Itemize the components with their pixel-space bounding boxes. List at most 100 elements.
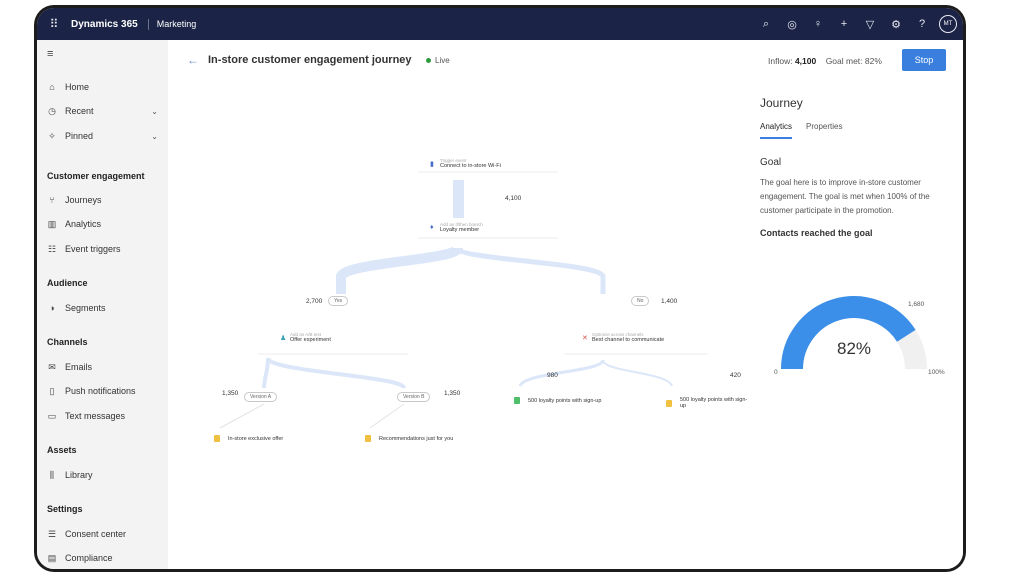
lightbulb-icon[interactable]: ♀ (805, 18, 831, 30)
back-arrow-icon[interactable]: ← (187, 53, 199, 67)
branch-node[interactable]: ♦ Add an if/then branch Loyalty member (430, 222, 483, 233)
section-customer-engagement: Customer engagement (47, 171, 145, 181)
sidebar-item-label: Emails (65, 362, 93, 372)
device-frame: ⠿ Dynamics 365 Marketing ⌕ ◎ ♀ + ▽ ⚙ ? M… (34, 5, 966, 572)
sidebar-item-consent-center[interactable]: ☰ Consent center (47, 525, 160, 543)
sidebar-item-label: Text messages (65, 411, 126, 421)
leaf-label: In-store exclusive offer (228, 435, 284, 442)
gauge-center-label: 82% (837, 339, 871, 358)
app-launcher-icon[interactable]: ⠿ (37, 17, 71, 31)
document-icon: ▤ (47, 552, 57, 563)
channel-left-count: 980 (547, 372, 558, 379)
consent-icon: ☰ (47, 528, 57, 539)
gauge-svg: 82% 0 100% 1,680 (774, 296, 945, 376)
journey-canvas[interactable]: ▮ Trigger event Connect to in-store Wi-F… (168, 80, 753, 569)
experiment-label: Offer experiment (290, 337, 331, 343)
trigger-count: 4,100 (505, 195, 522, 202)
trigger-label: Connect to in-store Wi-Fi (440, 163, 501, 169)
live-dot-icon (426, 58, 431, 63)
yes-branch-pill[interactable]: Yes (328, 296, 349, 306)
sidebar-item-text-messages[interactable]: ▭ Text messages (47, 407, 160, 425)
section-channels: Channels (47, 337, 88, 347)
target-icon[interactable]: ◎ (779, 18, 805, 31)
top-bar-actions: ⌕ ◎ ♀ + ▽ ⚙ ? MT (753, 8, 957, 40)
page-title: In-store customer engagement journey (208, 54, 412, 66)
panel-tabs: Analytics Properties (760, 122, 960, 139)
sidebar-item-compliance[interactable]: ▤ Compliance (47, 549, 160, 567)
person-icon: ♟ (280, 335, 287, 342)
leaf-offer[interactable]: In-store exclusive offer (214, 435, 283, 442)
sidebar-item-label: Recent (65, 106, 94, 116)
search-icon[interactable]: ⌕ (753, 18, 779, 31)
section-assets: Assets (47, 445, 77, 455)
trigger-node[interactable]: ▮ Trigger event Connect to in-store Wi-F… (430, 158, 501, 169)
segment-icon: ◑ (49, 303, 55, 313)
chevron-down-icon[interactable]: ⌄ (151, 107, 158, 116)
help-icon[interactable]: ? (909, 18, 935, 30)
journey-icon: ⑂ (49, 195, 55, 205)
leaf-points-2[interactable]: 500 loyalty points with sign-up (666, 397, 753, 409)
filter-icon[interactable]: ▽ (857, 18, 883, 31)
section-settings: Settings (47, 504, 83, 514)
contacts-heading: Contacts reached the goal (760, 228, 873, 238)
sidebar-item-emails[interactable]: ✉ Emails (47, 358, 160, 376)
tab-properties[interactable]: Properties (806, 122, 842, 139)
shuffle-icon: ✕ (582, 335, 588, 342)
sidebar-item-label: Segments (65, 303, 106, 313)
sidebar-item-analytics[interactable]: ▥ Analytics (47, 215, 160, 233)
channel-right-count: 420 (730, 372, 741, 379)
leaf-points-1[interactable]: 500 loyalty points with sign-up (514, 397, 601, 404)
goal-text: The goal here is to improve in-store cus… (760, 178, 930, 215)
best-channel-label: Best channel to communicate (592, 337, 665, 343)
status-badge: Live (426, 56, 450, 65)
chart-icon: ▥ (47, 218, 57, 229)
menu-icon[interactable]: ≡ (47, 48, 53, 60)
best-channel-node[interactable]: ✕ Optimize across channels Best channel … (582, 332, 665, 343)
version-a-pill[interactable]: Version A (244, 392, 278, 402)
sidebar-item-recent[interactable]: ◷ Recent ⌄ (47, 102, 160, 120)
sidebar-item-library[interactable]: ⫼ Library (47, 466, 160, 484)
reward-icon (514, 397, 520, 404)
reward-icon (666, 399, 672, 407)
clock-icon: ◷ (48, 105, 56, 116)
gauge-max-label: 100% (928, 369, 945, 376)
status-label: Live (435, 56, 450, 65)
sidebar-item-label: Pinned (65, 131, 94, 141)
version-b-pill[interactable]: Version B (397, 392, 431, 402)
avatar[interactable]: MT (939, 15, 957, 33)
sidebar-item-label: Push notifications (65, 386, 136, 396)
sidebar-item-label: Consent center (65, 529, 127, 539)
gauge-target-label: 1,680 (908, 301, 925, 308)
goal-met-label: Goal met: (825, 56, 863, 66)
journey-details-panel: Journey Analytics Properties Goal The go… (760, 96, 960, 376)
branch-icon: ♦ (430, 224, 434, 231)
tab-analytics[interactable]: Analytics (760, 122, 793, 139)
mail-icon: ✉ (48, 361, 56, 372)
sidebar-item-event-triggers[interactable]: ☷ Event triggers (47, 240, 160, 258)
module-name: Marketing (156, 19, 197, 29)
trigger-icon: ☷ (47, 243, 57, 254)
goal-heading: Goal (760, 157, 782, 168)
chevron-down-icon[interactable]: ⌄ (151, 132, 158, 141)
stop-button[interactable]: Stop (902, 49, 946, 71)
main-content: ← In-store customer engagement journey L… (168, 40, 963, 569)
sidebar-item-segments[interactable]: ◑ Segments (47, 299, 160, 317)
brand-name[interactable]: Dynamics 365 (71, 18, 149, 30)
gear-icon[interactable]: ⚙ (883, 18, 909, 31)
sidebar-item-push-notifications[interactable]: ▯ Push notifications (47, 382, 160, 400)
goal-met-value: 82% (864, 56, 882, 66)
offer-icon (214, 435, 220, 442)
journey-flow-lines (219, 171, 708, 429)
no-branch-pill[interactable]: No (631, 296, 650, 306)
sidebar-item-home[interactable]: ⌂ Home (47, 78, 160, 96)
app-screen: ⠿ Dynamics 365 Marketing ⌕ ◎ ♀ + ▽ ⚙ ? M… (37, 8, 963, 569)
leaf-recommend[interactable]: Recommendations just for you (365, 435, 453, 442)
experiment-node[interactable]: ♟ Add an A/B test Offer experiment (280, 332, 331, 343)
plus-icon[interactable]: + (831, 18, 857, 30)
top-bar: ⠿ Dynamics 365 Marketing ⌕ ◎ ♀ + ▽ ⚙ ? M… (37, 8, 963, 40)
leaf-label: 500 loyalty points with sign-up (528, 397, 602, 404)
sidebar-item-pinned[interactable]: ✧ Pinned ⌄ (47, 127, 160, 145)
sidebar-item-journeys[interactable]: ⑂ Journeys (47, 191, 160, 209)
sidebar-item-label: Event triggers (65, 244, 121, 254)
sidebar: ≡ ⌂ Home ◷ Recent ⌄ ✧ Pinned ⌄ Customer … (37, 40, 168, 569)
